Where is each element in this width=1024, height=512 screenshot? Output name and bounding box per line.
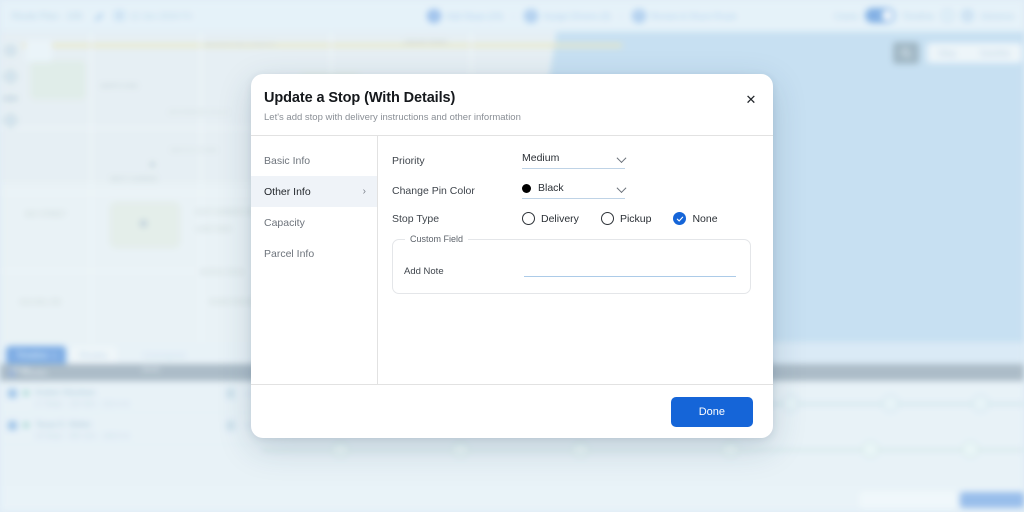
add-note-label: Add Note <box>404 266 444 277</box>
modal-subtitle: Let's add stop with delivery instruction… <box>264 112 521 123</box>
radio-circle-icon <box>600 212 614 225</box>
modal-header: Update a Stop (With Details) Let's add s… <box>251 74 773 136</box>
sidebar-item-parcel-info[interactable]: Parcel Info <box>251 238 377 269</box>
pin-color-label: Change Pin Color <box>392 184 475 197</box>
pin-color-select[interactable]: Black <box>522 182 627 199</box>
page-title: Update a Stop (With Details) <box>264 90 456 106</box>
sidebar-item-label: Other Info <box>264 185 311 198</box>
sidebar-item-label: Capacity <box>264 216 305 229</box>
custom-field-group: Custom Field Add Note <box>392 234 751 294</box>
chevron-down-icon <box>616 183 627 194</box>
pin-color-row: Change Pin Color Black <box>392 182 753 199</box>
add-note-input[interactable] <box>524 263 736 277</box>
pin-color-value: Black <box>538 182 564 194</box>
stop-type-radio-group: Delivery Pickup None <box>522 212 718 225</box>
radio-label: Pickup <box>619 212 652 225</box>
priority-row: Priority Medium <box>392 152 753 169</box>
close-icon[interactable]: ✕ <box>743 91 759 107</box>
sidebar-item-other-info[interactable]: Other Info › <box>251 176 377 207</box>
radio-label: Delivery <box>541 212 579 225</box>
priority-value: Medium <box>522 152 560 164</box>
chevron-right-icon: › <box>362 186 366 197</box>
radio-delivery[interactable]: Delivery <box>522 212 579 225</box>
chevron-down-icon <box>616 153 627 164</box>
sidebar-item-basic-info[interactable]: Basic Info <box>251 145 377 176</box>
sidebar-item-capacity[interactable]: Capacity <box>251 207 377 238</box>
sidebar-item-label: Parcel Info <box>264 247 315 260</box>
priority-label: Priority <box>392 154 425 167</box>
radio-none[interactable]: None <box>673 212 718 225</box>
radio-label: None <box>692 212 718 225</box>
modal-footer: Done <box>251 384 773 438</box>
update-stop-modal: Update a Stop (With Details) Let's add s… <box>251 74 773 438</box>
radio-circle-icon <box>522 212 535 225</box>
other-info-form: Priority Medium Change Pin Color Black S… <box>378 136 773 384</box>
stop-type-row: Stop Type Delivery Pickup None <box>392 212 753 225</box>
modal-sidebar: Basic Info Other Info › Capacity Parcel … <box>251 136 378 384</box>
check-icon <box>673 212 687 225</box>
stop-type-label: Stop Type <box>392 212 440 225</box>
color-dot-icon <box>522 183 531 193</box>
custom-field-legend: Custom Field <box>405 234 469 244</box>
add-note-row: Add Note <box>404 263 736 277</box>
priority-select[interactable]: Medium <box>522 152 627 169</box>
sidebar-item-label: Basic Info <box>264 154 311 167</box>
modal-body: Basic Info Other Info › Capacity Parcel … <box>251 136 773 384</box>
radio-pickup[interactable]: Pickup <box>600 212 652 225</box>
done-button[interactable]: Done <box>670 396 753 427</box>
